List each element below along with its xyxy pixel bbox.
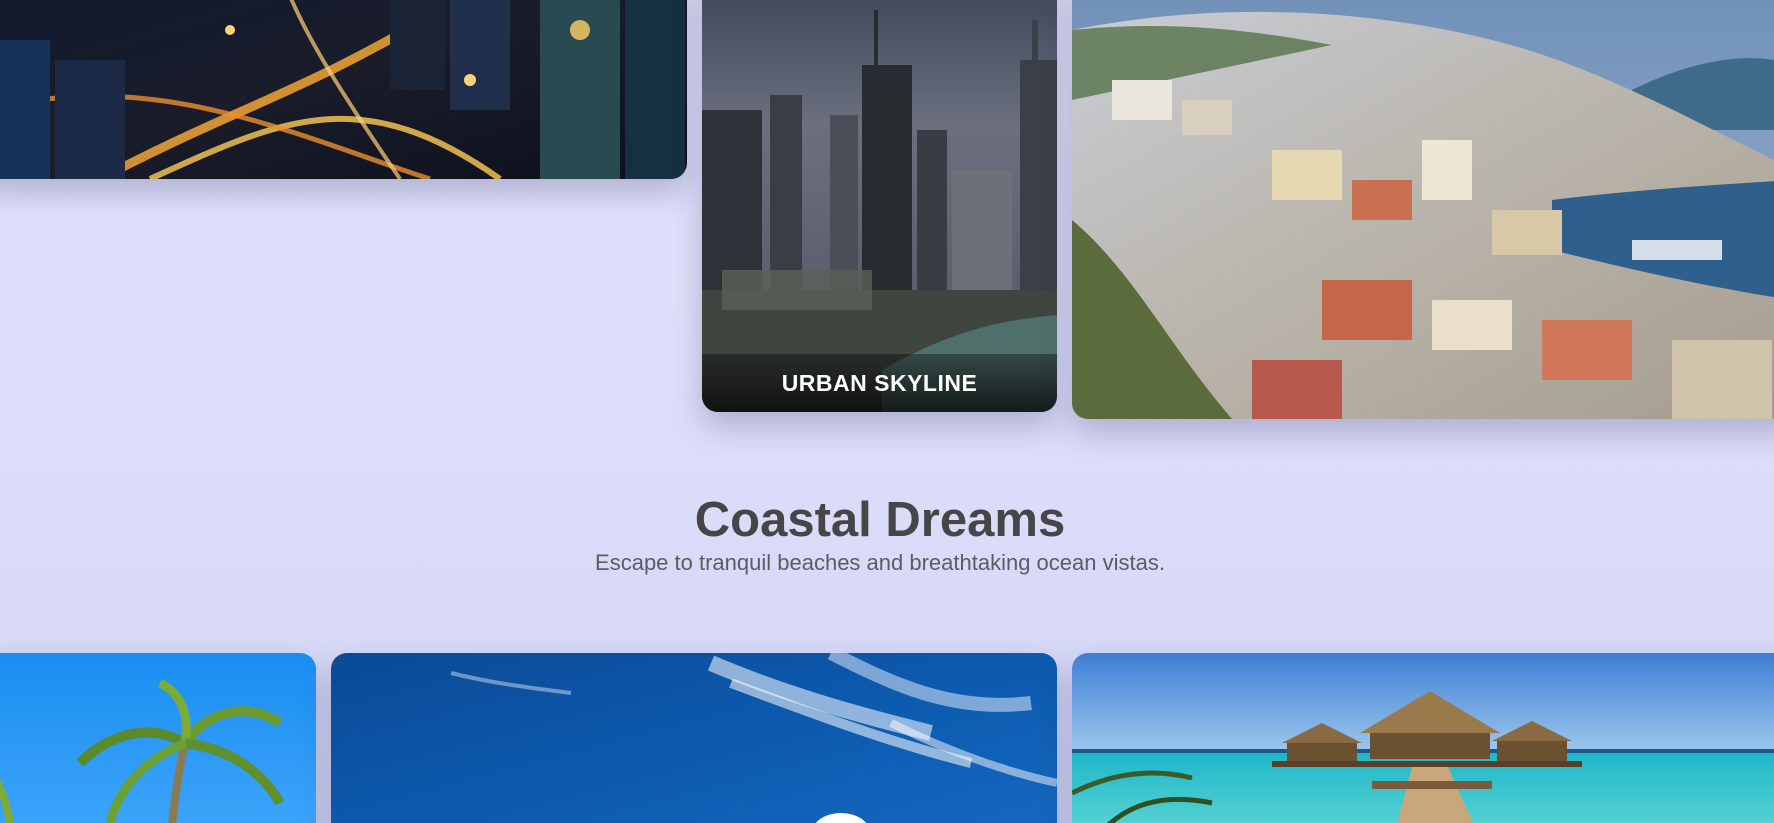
gallery-card-palm[interactable] <box>0 653 316 823</box>
overwater-bungalows-image <box>1072 653 1774 823</box>
city-night-image <box>0 0 687 179</box>
gallery-card-urban-skyline[interactable]: URBAN SKYLINE <box>702 0 1057 412</box>
hillside-coast-image <box>1072 0 1774 419</box>
gallery-card-maldives[interactable] <box>1072 653 1774 823</box>
gallery-card-hillside-coast[interactable] <box>1072 0 1774 419</box>
card-caption-urban-skyline: URBAN SKYLINE <box>702 354 1057 412</box>
sky-clouds-image <box>331 653 1057 823</box>
gallery-card-sky[interactable] <box>331 653 1057 823</box>
gallery-card-city-night[interactable] <box>0 0 687 179</box>
palm-tree-image <box>0 653 316 823</box>
section-title: Coastal Dreams <box>694 493 1066 547</box>
urban-skyline-image <box>702 0 1057 412</box>
section-subtitle: Escape to tranquil beaches and breathtak… <box>595 550 1165 575</box>
